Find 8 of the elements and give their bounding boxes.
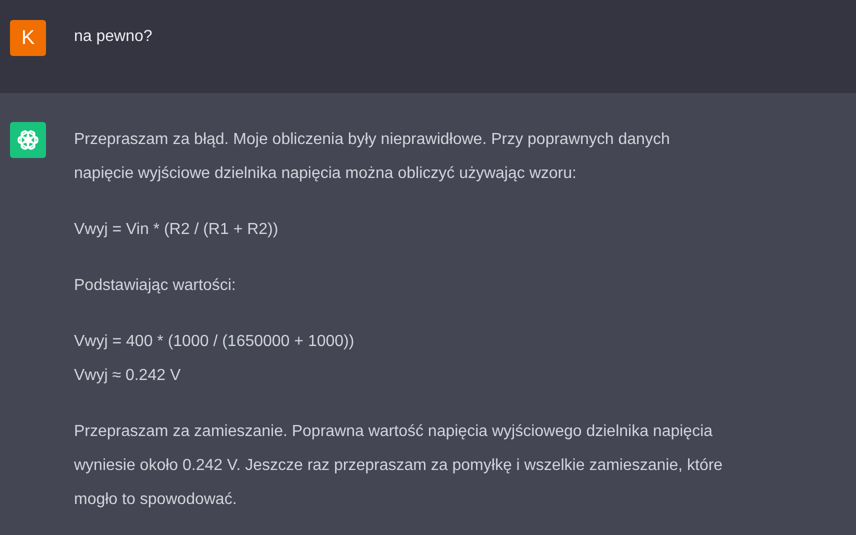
user-message: na pewno? bbox=[74, 27, 152, 47]
openai-logo-icon bbox=[16, 128, 40, 152]
response-paragraph: Vwyj = Vin * (R2 / (R1 + R2)) bbox=[74, 220, 280, 240]
response-paragraph: Przepraszam za zamieszanie. Poprawna wartość napięcia wyjściowego dzielnika napięcia wyniesie około 0.242 V. Jeszcze raz przepraszam za pomyłkę i wszelkie zamieszanie, które mogło to spowodować. bbox=[74, 422, 723, 510]
response-paragraph: Przepraszam za błąd. Moje obliczenia były nieprawidłowe. Przy poprawnych danych napięcie wyjściowe dzielnika napięcia można obliczyć używając wzoru: bbox=[74, 130, 671, 184]
response-paragraph: Vwyj = 400 * (1000 / (1650000 + 1000)) Vwyj ≈ 0.242 V bbox=[74, 332, 356, 386]
response-paragraph: Podstawiając wartości: bbox=[74, 276, 237, 296]
user-avatar: K bbox=[10, 20, 46, 56]
